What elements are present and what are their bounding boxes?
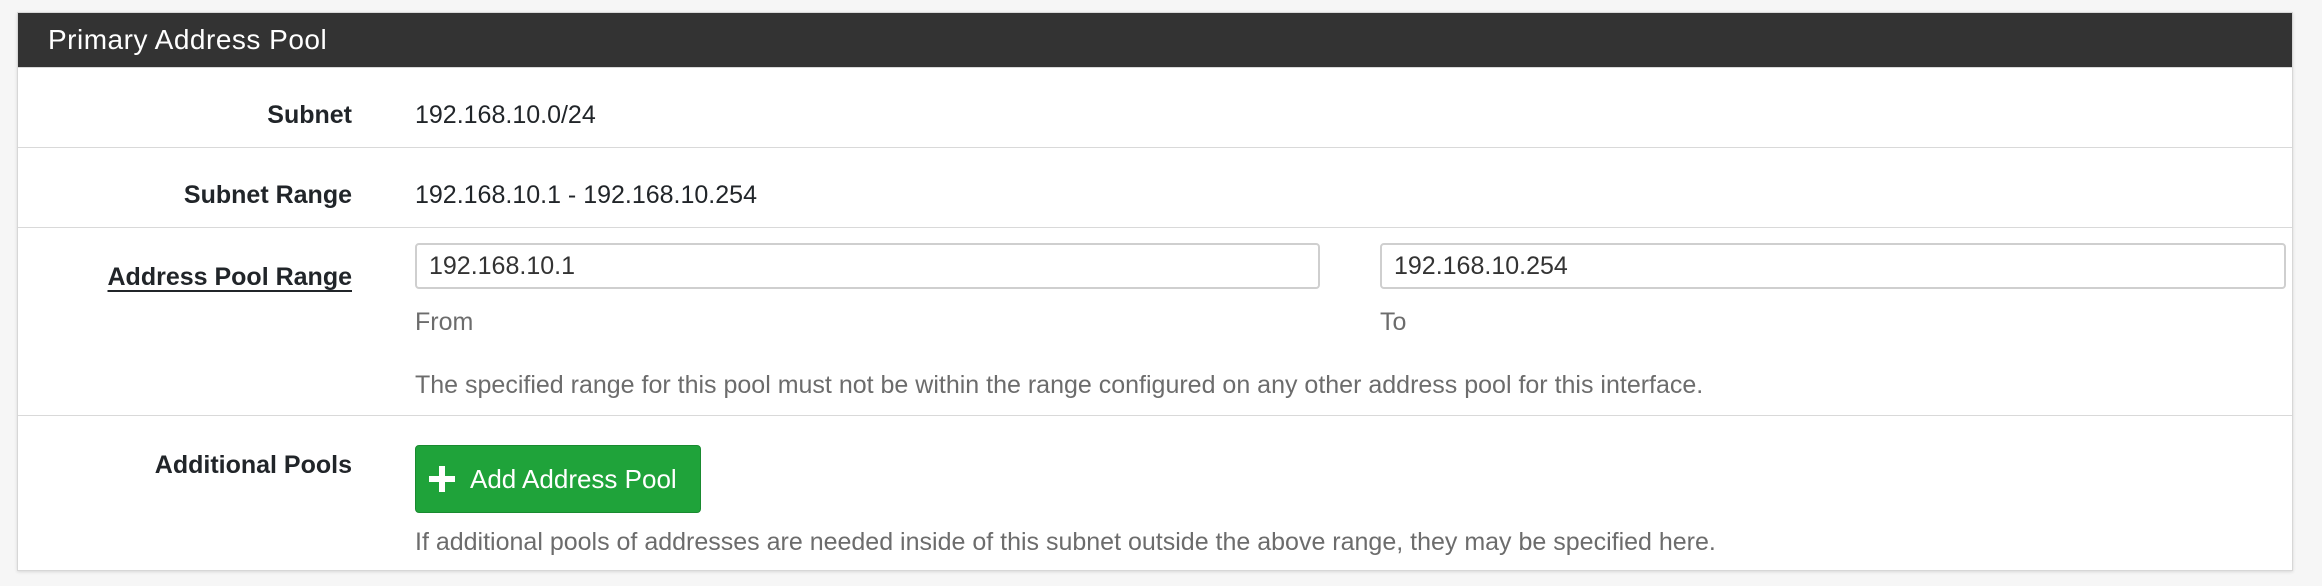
additional-pools-label: Additional Pools	[154, 451, 352, 479]
address-pool-range-help: The specified range for this pool must n…	[415, 371, 1704, 399]
additional-pools-help: If additional pools of addresses are nee…	[415, 528, 1716, 556]
range-from-input[interactable]	[415, 243, 1320, 289]
range-to-input[interactable]	[1380, 243, 2286, 289]
subnet-value: 192.168.10.0/24	[415, 101, 596, 129]
subnet-range-label: Subnet Range	[183, 181, 352, 209]
add-address-pool-button[interactable]: Add Address Pool	[415, 445, 701, 513]
plus-icon	[426, 463, 458, 495]
add-address-pool-label: Add Address Pool	[470, 463, 677, 494]
address-pool-range-label: Address Pool Range	[107, 263, 353, 291]
primary-address-pool-panel: Primary Address Pool Subnet 192.168.10.0…	[17, 12, 2293, 571]
range-to-help: To	[1380, 308, 1407, 336]
range-from-help: From	[415, 308, 474, 336]
subnet-range-value: 192.168.10.1 - 192.168.10.254	[415, 181, 757, 209]
address-pool-range-row: Address Pool Range From To The specified…	[18, 227, 2292, 415]
subnet-label: Subnet	[267, 101, 352, 129]
panel-title: Primary Address Pool	[18, 13, 2292, 67]
additional-pools-row: Additional Pools Add Address Pool If add…	[18, 415, 2292, 571]
subnet-row: Subnet 192.168.10.0/24	[18, 67, 2292, 147]
subnet-range-row: Subnet Range 192.168.10.1 - 192.168.10.2…	[18, 147, 2292, 227]
